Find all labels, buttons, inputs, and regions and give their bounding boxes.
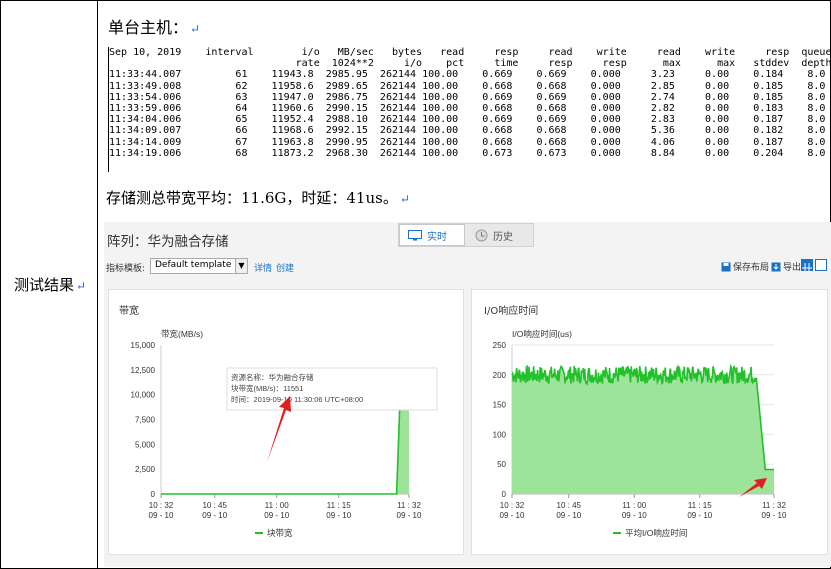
grid-view-icon[interactable] [801, 259, 813, 273]
paragraph-mark-icon: ↵ [190, 22, 201, 36]
y-tick-label: 15,000 [131, 341, 156, 350]
x-tick-date: 09 - 10 [500, 511, 525, 520]
latency-card: I/O响应时间 I/O响应时间(us) 0 50 100 150 200 250 10 : 3… [471, 289, 828, 555]
x-tick-date: 09 - 10 [622, 511, 647, 520]
console-header-1: Sep 10, 2019 interval i/o MB/sec bytes r… [109, 47, 831, 58]
array-title: 阵列：华为融合存储 [107, 234, 229, 250]
x-tick-label: 10 : 32 [500, 501, 525, 510]
x-tick-date: 09 - 10 [326, 511, 351, 520]
bandwidth-card: 带宽 带宽(MB/s) 0 2,500 5,000 7,500 10,000 12,500 1… [108, 289, 464, 555]
x-tick-label: 11 : 32 [397, 501, 421, 510]
x-tick-label: 10 : 45 [557, 501, 582, 510]
console-row: 11:34:04.006 65 11952.4 2988.10 262144 1… [109, 114, 831, 126]
x-tick-label: 11 : 00 [265, 501, 289, 510]
bandwidth-chart: 带宽(MB/s) 0 2,500 5,000 7,500 10,000 12,500 15,0… [131, 329, 438, 538]
tab-realtime[interactable]: 实时 [399, 224, 465, 246]
console-row: 11:33:49.008 62 11958.6 2989.65 262144 1… [109, 80, 831, 92]
x-tick-date: 09 - 10 [687, 511, 712, 520]
export-button[interactable]: 导出 [771, 260, 801, 273]
save-layout-button[interactable]: 保存布局 [721, 260, 769, 273]
list-view-icon[interactable] [815, 259, 827, 271]
row-label: 测试结果 ↵ [14, 276, 87, 294]
heading-summary: 存储测总带宽平均：11.6G，时延：41us。 ↵ [106, 189, 410, 207]
console-row: 11:34:14.009 67 11963.8 2990.95 262144 1… [109, 136, 831, 148]
y-tick-label: 100 [493, 430, 507, 439]
y-tick-label: 250 [493, 341, 507, 350]
x-tick-date: 09 - 10 [264, 511, 289, 520]
latency-chart: I/O响应时间(us)05010015020025010 : 3209 - 10… [493, 329, 787, 538]
heading-single-host: 单台主机： ↵ [108, 18, 201, 37]
y-tick-label: 200 [493, 371, 507, 380]
console-row: 11:33:54.006 63 11947.0 2986.75 262144 1… [109, 91, 831, 103]
save-icon [721, 262, 731, 271]
tooltip-line: 块带宽(MB/s)：11551 [231, 383, 303, 393]
y-tick-label: 0 [151, 490, 156, 499]
chart-tooltip: 资源名称：华为融合存储块带宽(MB/s)：11551时间：2019-09-10 … [226, 367, 438, 411]
y-tick-label: 7,500 [135, 416, 156, 425]
details-link[interactable]: 详情 [254, 261, 272, 274]
tooltip-line: 资源名称：华为融合存储 [231, 372, 314, 382]
y-tick-label: 2,500 [135, 465, 156, 474]
history-icon [475, 229, 488, 241]
y-tick-label: 5,000 [135, 440, 156, 449]
console-row: 11:33:44.007 61 11943.8 2985.95 262144 1… [109, 69, 831, 81]
console-row: 11:34:19.006 68 11873.2 2968.30 262144 1… [109, 147, 831, 159]
console-row: 11:34:09.007 66 11968.6 2992.15 262144 1… [109, 125, 831, 137]
x-tick-date: 09 - 10 [762, 511, 787, 520]
chevron-down-icon: ▼ [235, 259, 247, 273]
y-tick-label: 0 [502, 490, 507, 499]
x-tick-date: 09 - 10 [556, 511, 581, 520]
y-tick-label: 12,500 [131, 366, 156, 375]
console-header-2: rate 1024**2 i/o pct time resp resp max … [109, 58, 831, 70]
paragraph-mark-icon: ↵ [399, 192, 410, 206]
template-label: 指标模板: [106, 264, 146, 274]
view-tabs: 实时 历史 [398, 223, 534, 247]
x-tick-label: 11 : 15 [327, 501, 351, 510]
vdbench-output: Sep 10, 2019 interval i/o MB/sec bytes r… [108, 47, 831, 172]
tooltip-line: 时间：2019-09-10 11:30:06 UTC+08:00 [231, 394, 363, 404]
x-tick-label: 10 : 32 [149, 501, 174, 510]
template-select[interactable]: Default template ▼ [150, 258, 248, 274]
export-icon [771, 262, 781, 271]
y-tick-label: 50 [497, 460, 506, 469]
create-link[interactable]: 创建 [276, 261, 294, 274]
x-tick-date: 09 - 10 [397, 511, 422, 520]
monitor-icon [408, 229, 422, 240]
x-tick-label: 11 : 32 [762, 501, 786, 510]
x-tick-label: 10 : 45 [202, 501, 227, 510]
series-area [512, 365, 774, 494]
x-tick-date: 09 - 10 [202, 511, 227, 520]
x-tick-label: 11 : 15 [688, 501, 712, 510]
table-divider [97, 0, 98, 569]
legend-label: 块带宽 [267, 528, 293, 538]
y-axis-label: 带宽(MB/s) [161, 329, 203, 339]
tab-history[interactable]: 历史 [467, 224, 533, 246]
paragraph-mark-icon: ↵ [76, 279, 87, 293]
legend-label: 平均I/O响应时间 [625, 528, 687, 538]
y-tick-label: 150 [493, 401, 507, 410]
x-tick-label: 11 : 00 [622, 501, 646, 510]
y-axis-label: I/O响应时间(us) [512, 329, 572, 339]
y-tick-label: 10,000 [131, 391, 156, 400]
console-row: 11:33:59.006 64 11960.6 2990.15 262144 1… [109, 103, 831, 115]
x-tick-date: 09 - 10 [149, 511, 174, 520]
